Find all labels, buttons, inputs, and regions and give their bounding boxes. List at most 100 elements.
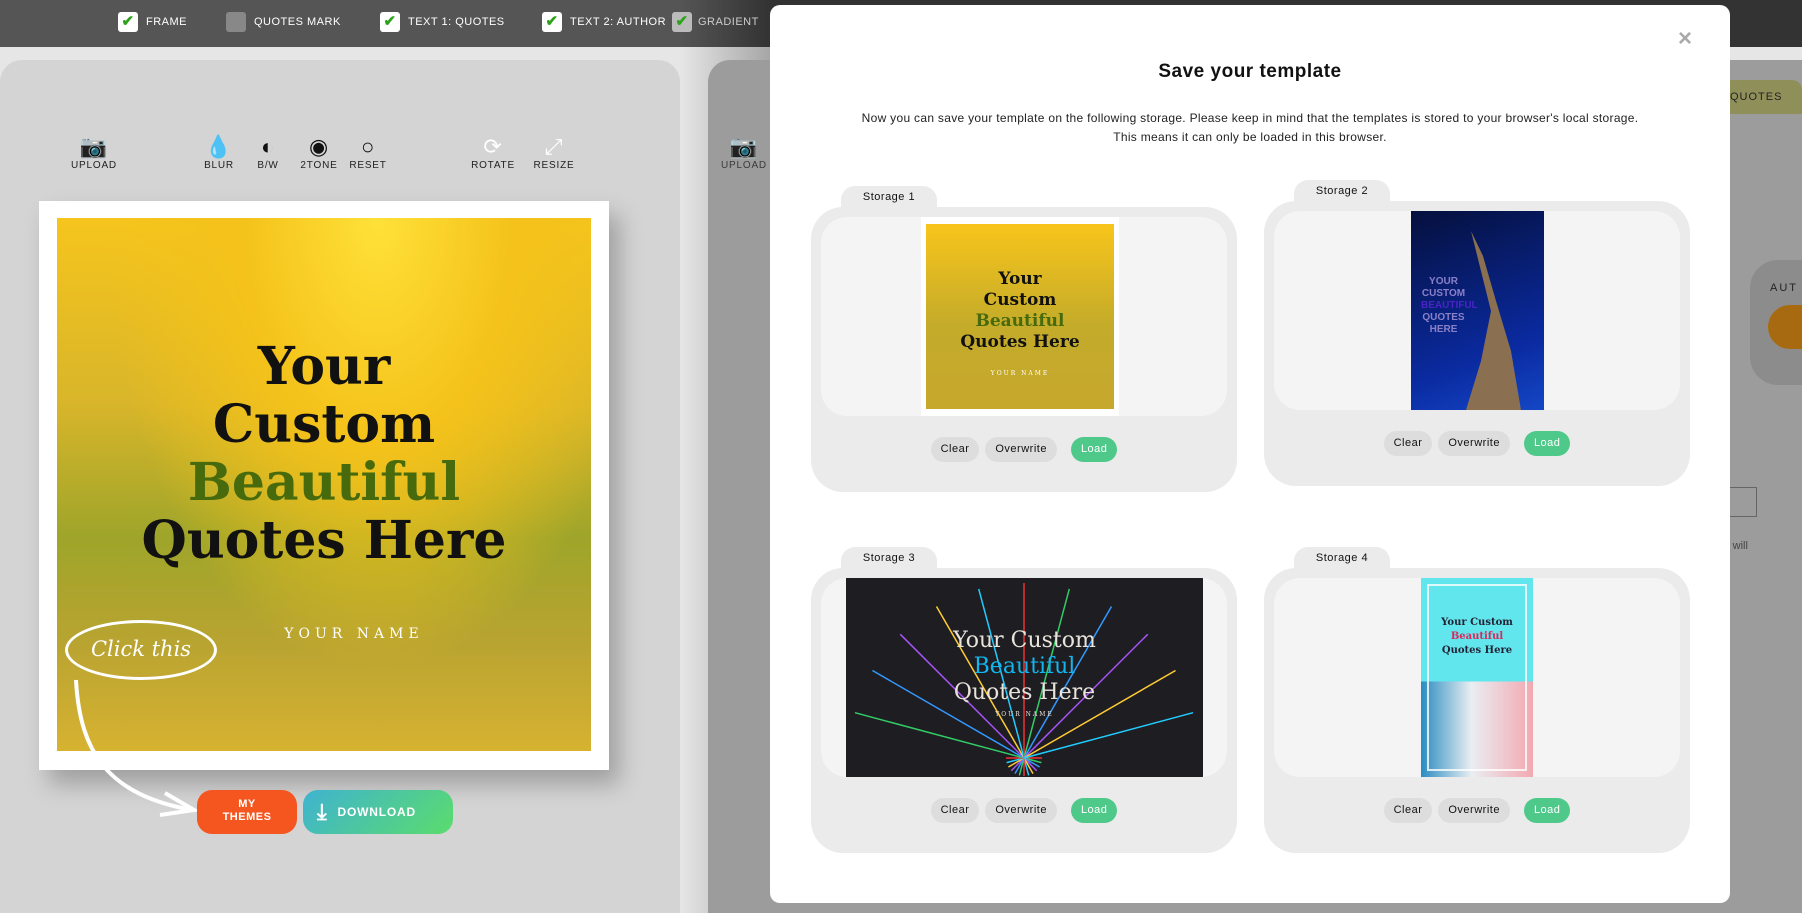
bw-label: B/W <box>257 160 279 171</box>
thumb-text: Custom <box>983 290 1057 310</box>
storage-label: Storage 2 <box>1294 180 1390 210</box>
storage-slot-2: Storage 2 YOUR CUSTOM BEAUTIFUL QUOTES H… <box>1264 180 1690 486</box>
option-label: TEXT 2: AUTHOR <box>570 16 667 28</box>
thumb-text: Beautiful <box>975 311 1065 331</box>
storage-label: Storage 3 <box>841 547 937 577</box>
quotes-mark-checkbox[interactable]: QUOTES MARK <box>226 12 341 32</box>
thumb-text: Quotes Here <box>960 332 1080 352</box>
camera-icon: 📷 <box>79 134 109 159</box>
clear-button[interactable]: Clear <box>930 798 980 823</box>
download-icon: ⤓ <box>317 799 328 824</box>
modal-description: Now you can save your template on the fo… <box>770 109 1730 147</box>
storage-preview: Your Custom Beautiful Quotes Here YOUR N… <box>821 578 1227 777</box>
thumbnail-ferris-wheel: Your Custom Beautiful Quotes Here YOUR N… <box>846 578 1203 777</box>
resize-button[interactable]: ⤢ RESIZE <box>524 134 584 171</box>
save-template-modal: × Save your template Now you can save yo… <box>770 5 1730 903</box>
text2-author-checkbox[interactable]: ✔ TEXT 2: AUTHOR <box>542 12 666 32</box>
thumbnail-cyan: Your Custom Beautiful Quotes Here <box>1421 578 1533 777</box>
clear-button[interactable]: Clear <box>930 437 980 462</box>
my-themes-button[interactable]: MY THEMES <box>197 790 297 834</box>
check-icon: ✔ <box>542 12 562 32</box>
hint-arrow-icon <box>74 679 200 817</box>
thumb-text: YOUR NAME <box>990 370 1050 377</box>
close-icon[interactable]: × <box>1678 25 1692 53</box>
author-card-label: AUT <box>1770 282 1798 294</box>
overwrite-button[interactable]: Overwrite <box>985 437 1057 462</box>
thumb-text: Your Custom <box>953 628 1096 653</box>
thumb-text: Your <box>998 269 1042 289</box>
storage-slot-4: Storage 4 Your Custom Beautiful Quotes H… <box>1264 547 1690 853</box>
thumbnail-tree: YOUR CUSTOM BEAUTIFUL QUOTES HERE <box>1411 211 1544 410</box>
option-label: FRAME <box>146 16 187 28</box>
quote-line: Custom <box>212 394 436 455</box>
quote-highlight-line: Beautiful <box>187 452 461 513</box>
author-card: AUT <box>1750 260 1802 385</box>
thumb-text: YOUR <box>1429 276 1458 287</box>
upload-label: UPLOAD <box>721 160 767 171</box>
unchecked-box-icon <box>226 12 246 32</box>
overwrite-button[interactable]: Overwrite <box>1438 798 1510 823</box>
check-icon: ✔ <box>380 12 400 32</box>
rotate-icon: ⟳ <box>483 134 503 159</box>
storage-preview: Your Custom Beautiful Quotes Here <box>1274 578 1680 777</box>
option-label: GRADIENT <box>698 16 759 28</box>
upload-button-2[interactable]: 📷 UPLOAD <box>714 134 774 171</box>
check-icon: ✔ <box>672 12 692 32</box>
clear-button[interactable]: Clear <box>1383 798 1433 823</box>
rotate-label: ROTATE <box>471 160 515 171</box>
thumbnail-grass: Your Custom Beautiful Quotes Here YOUR N… <box>921 217 1119 416</box>
download-label: DOWNLOAD <box>337 805 416 819</box>
thumb-text: Beautiful <box>1450 631 1504 642</box>
load-button[interactable]: Load <box>1523 431 1571 456</box>
tab-quotes[interactable]: QUOTES <box>1718 80 1802 114</box>
load-button[interactable]: Load <box>1070 437 1118 462</box>
rotate-button[interactable]: ⟳ ROTATE <box>463 134 523 171</box>
twotone-label: 2TONE <box>300 160 338 171</box>
description-line: Now you can save your template on the fo… <box>861 111 1639 125</box>
quote-text[interactable]: Your Custom Beautiful Quotes Here <box>57 338 591 570</box>
storage-preview: YOUR CUSTOM BEAUTIFUL QUOTES HERE <box>1274 211 1680 410</box>
thumb-text: BEAUTIFUL <box>1421 300 1478 311</box>
resize-label: RESIZE <box>533 160 575 171</box>
thumb-text: YOUR NAME <box>995 711 1054 718</box>
option-label: QUOTES MARK <box>254 16 341 28</box>
my-themes-label: MY <box>238 798 256 810</box>
text1-quotes-checkbox[interactable]: ✔ TEXT 1: QUOTES <box>380 12 505 32</box>
download-button[interactable]: ⤓ DOWNLOAD <box>303 790 453 834</box>
upload-label: UPLOAD <box>71 160 117 171</box>
quote-line: Your <box>257 336 391 397</box>
my-themes-label: THEMES <box>222 811 272 823</box>
click-this-hint: Click this <box>65 620 217 680</box>
gradient-checkbox[interactable]: ✔ GRADIENT <box>672 12 759 32</box>
storage-label: Storage 4 <box>1294 547 1390 577</box>
modal-title: Save your template <box>1158 61 1342 82</box>
overwrite-button[interactable]: Overwrite <box>1438 431 1510 456</box>
blur-label: BLUR <box>204 160 234 171</box>
thumb-text: Quotes Here <box>1441 645 1513 656</box>
camera-icon: 📷 <box>729 134 759 159</box>
thumb-text: QUOTES <box>1422 312 1465 323</box>
thumb-text: HERE <box>1429 324 1458 335</box>
overwrite-button[interactable]: Overwrite <box>985 798 1057 823</box>
thumb-text: Beautiful <box>973 654 1076 679</box>
circle-icon: ○ <box>360 134 376 159</box>
load-button[interactable]: Load <box>1070 798 1118 823</box>
thumb-text: Quotes Here <box>953 680 1096 705</box>
upload-button[interactable]: 📷 UPLOAD <box>64 134 124 171</box>
magic-wand-icon[interactable] <box>1768 305 1802 349</box>
thumb-text: CUSTOM <box>1421 288 1466 299</box>
clear-button[interactable]: Clear <box>1383 431 1433 456</box>
resize-icon: ⤢ <box>544 134 564 159</box>
frame-checkbox[interactable]: ✔ FRAME <box>118 12 187 32</box>
option-label: TEXT 1: QUOTES <box>408 16 505 28</box>
storage-label: Storage 1 <box>841 186 937 216</box>
thumb-text: Your Custom <box>1441 617 1513 628</box>
reset-button[interactable]: ○ RESET <box>338 134 398 171</box>
check-icon: ✔ <box>118 12 138 32</box>
storage-slot-1: Storage 1 Your Custom Beautiful Quotes H… <box>811 186 1237 492</box>
load-button[interactable]: Load <box>1523 798 1571 823</box>
description-line: This means it can only be loaded in this… <box>1113 130 1387 144</box>
storage-preview: Your Custom Beautiful Quotes Here YOUR N… <box>821 217 1227 416</box>
quote-line: Quotes Here <box>141 510 507 571</box>
reset-label: RESET <box>349 160 387 171</box>
